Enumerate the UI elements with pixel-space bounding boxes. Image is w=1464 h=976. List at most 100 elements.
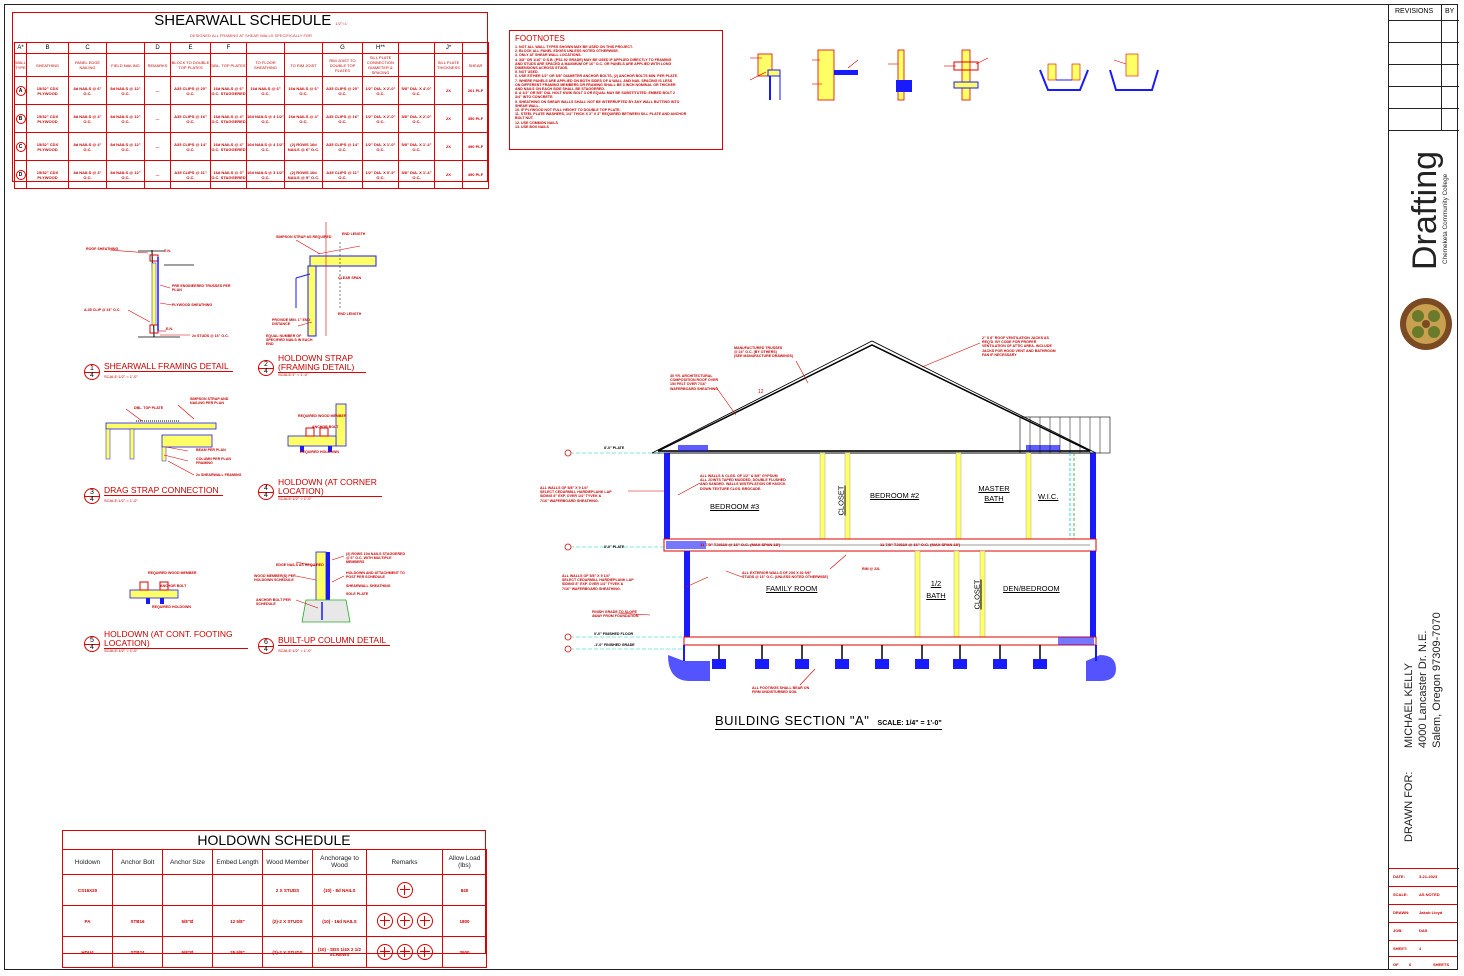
detail-number-bubble: 44 [258,484,274,500]
note-lower-wall: ALL WALLS OF 5/8" X 9 1/4" SELECT CEDARMI… [562,574,634,591]
sw-cell-rimjoist: A35 CLIPS @ 16" O.C. [322,104,363,133]
building-section-title: BUILDING SECTION "A" SCALE: 1/4" = 1'-0" [715,713,942,730]
holdown-cell-bolt: STB24 [112,936,163,968]
d3-note-strap: SIMPSON STRAP AND NAILING PER PLAN [190,397,229,406]
detail-number-bubble: 24 [258,360,274,376]
detail-reference-icon [376,944,393,960]
detail-reference-icon [396,882,413,898]
note-line: VENTILATION OF ATTIC AREA. INCLUDE [982,344,1052,349]
note-ext-walls: ALL EXTERIOR WALLS OF 2X6 X 92 5/8" STUDS… [742,571,828,579]
connection-detail-1 [749,53,781,100]
sw-cell-sheathing: 15/32" CDX PLYWOOD [26,104,69,133]
sw-column-letter: J* [434,42,463,54]
holdown-table-row: PA STB16 5/8"Ø 12 5/8" (2)-2 X STUDS (10) - 1… [62,905,487,937]
sw-header-cell: PANEL EDGE NAILING [68,53,107,77]
sw-column-letter: A* [14,42,27,54]
detail-number-bubble: 34 [84,488,100,504]
sw-cell-sill: 1/2" DIA. X 1'-0" O.C. [362,132,399,161]
sw-cell-block: A35 CLIPS @ 14" O.C. [170,132,211,161]
sw-cell-rim: (2) ROWS 16d NAILS @ 5" O.C. [284,160,323,189]
level-upper-plate: 8'-0" PLATE [604,446,625,450]
wall-type-bubble: B [15,113,26,124]
note-line: 7/16" WAFERBOARD SHEATHING. [540,498,599,503]
sw-cell-floor: 16d NAILS @ 6" O.C. [246,76,285,105]
room-wic: W.I.C. [1038,492,1059,501]
sw-cell-rim: (2) ROWS 16d NAILS @ 6" O.C. [284,132,323,161]
detail-reference-icon [376,913,393,929]
sw-column-letter: G [322,42,363,54]
detail-label-6: 64 BUILT-UP COLUMN DETAIL SCALE:1/2" = 1… [258,636,398,654]
d6-note-sheathing: SHEARWALL SHEATHING [346,584,391,588]
vent-block-right [1026,445,1060,451]
building-section-drawing: 12 [564,340,1116,686]
sw-header-cell: BLOCK TO DOUBLE TOP PLATES [170,53,211,77]
sw-table-row: B 15/32" CDX PLYWOOD 8d NAILS @ 4" O.C. 8d … [14,104,489,133]
holdown-cell-remarks [366,936,443,968]
note-upper-wall: ALL WALLS OF 5/8" X 9 1/4" SELECT CEDARMI… [540,486,612,503]
note-line: AWAY FROM FOUNDATION [592,614,639,619]
title-block-row: SHEET: 4 [1389,940,1457,955]
sw-header-cell: TO RIM JOIST [284,53,323,77]
d6-note-sole: SOLE PLATE [346,592,369,596]
detail-title: HOLDOWN (AT CONT. FOOTING LOCATION) [104,630,248,649]
d4-note-holdown: REQUIRED HOLDOWN [300,450,339,454]
sw-cell-shear: 350 PLF [462,104,489,133]
detail-number-bubble: 54 [84,636,100,652]
sw-cell-floor: 16d NAILS @ 4 1/2" O.C. [246,132,285,161]
sw-cell-rim: 16d NAILS @ 6" O.C. [284,76,323,105]
wall-type-bubble: C [15,141,26,152]
detail-label-3: 34 DRAG STRAP CONNECTION SCALE:1/2" = 1'… [84,486,244,504]
title-block-row: DRAWN: Jakob Lloyd [1389,904,1457,919]
holdown-cell-remarks [366,874,443,906]
note-line: FIRM UNDISTURBED SOIL [752,690,798,695]
sw-header-cell: SHEATHING [26,53,69,77]
d3-note-column: COLUMN PER PLAN FRAMING [196,457,231,466]
sw-cell-shear: 261 PLF [462,76,489,105]
d6-note-bolt: ANCHOR BOLT PER SCHEDULE [256,598,291,607]
holdown-cell-embed [212,874,263,906]
sw-column-letter: H** [362,42,399,54]
logo-medallion-icon [1400,298,1452,350]
sw-column-letter: F [210,42,247,54]
level-finished-grade: -1'-0" FINISHED GRADE [594,643,635,647]
sw-cell-shear: 490 PLF [462,132,489,161]
sw-cell-rimjoist: A35 CLIPS @ 14" O.C. [322,132,363,161]
sw-table-row: A 15/32" CDX PLYWOOD 8d NAILS @ 6" O.C. 8d … [14,76,489,105]
sw-cell-edge: 8d NAILS @ 3" O.C. [68,160,107,189]
room-family-room: FAMILY ROOM [766,584,818,593]
d5-note-wood: REQUIRED WOOD MEMBER [148,571,197,575]
sw-header-cell: WALL TYPE [14,53,27,77]
sw-header-cell [398,53,435,77]
sw-cell-edge: 8d NAILS @ 4" O.C. [68,104,107,133]
sw-cell-dbl: 16d NAILS @ 6" O.C. STAGGERED [210,76,247,105]
room-den-bedroom: DEN/BEDROOM [1003,584,1060,593]
holdown-cell-size: 5/8"Ø [162,936,213,968]
sw-header-cell: RIM JOIST TO DOUBLE TOP PLATES [322,53,363,77]
holdown-cell-embed: 12 5/8" [212,905,263,937]
svg-text:Salem, Oregon 97309-7070: Salem, Oregon 97309-7070 [1431,612,1443,748]
detail-label-1: 14 SHEARWALL FRAMING DETAIL SCALE:1/2" =… [84,362,244,380]
sw-header-cell: DBL. TOP PLATES [210,53,247,77]
pier-blocks [712,659,1047,669]
holdown-header-cell: Anchor Bolt [112,849,163,875]
detail-label-5: 54 HOLDOWN (AT CONT. FOOTING LOCATION) S… [84,630,248,653]
sw-cell-remarks: --- [144,104,171,133]
sw-cell-block: A35 CLIPS @ 16" O.C. [170,104,211,133]
svg-text:DRAWN FOR:: DRAWN FOR: [1403,772,1415,842]
footing-left [668,655,710,681]
title-block-row: DATE: 3-21-2023 [1389,868,1457,883]
main-floor-band [683,636,1097,646]
holdown-cell-wood: (2)-2 X STUDS [262,936,313,968]
roof-outline [657,344,1091,452]
sw-cell-sillalt: 5/8" DIA. X 4'-0" O.C. [398,76,435,105]
sw-cell-type: B [14,104,27,133]
holdown-cell-wood: 2 X STUDS [262,874,313,906]
revision-grid [1389,20,1459,131]
footnotes-list: 1. NOT ALL WALL TYPES SHOWN MAY BE USED … [515,45,717,129]
detail-title: BUILT-UP COLUMN DETAIL [278,636,391,646]
sw-cell-sill: 1/2" DIA. X 2'-0" O.C. [362,76,399,105]
footnotes-box: FOOTNOTES 1. NOT ALL WALL TYPES SHOWN MA… [509,30,723,150]
sw-cell-type: A [14,76,27,105]
connection-detail-5 [1039,63,1089,91]
d6-note-rows: (2) ROWS 10d NAILS STAGGERED @ 6" O.C. W… [346,552,406,565]
